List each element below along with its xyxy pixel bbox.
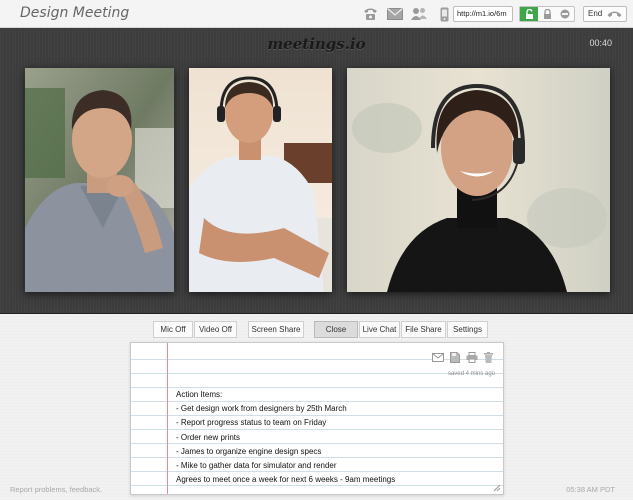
- note-line: - Get design work from designers by 25th…: [176, 404, 347, 414]
- phone-icon[interactable]: [362, 6, 378, 22]
- note-line: Agrees to meet once a week for next 6 we…: [176, 475, 396, 485]
- screen-share-button[interactable]: Screen Share: [248, 321, 304, 338]
- mail-icon[interactable]: [387, 6, 403, 22]
- settings-button[interactable]: Settings: [447, 321, 488, 338]
- end-call-button[interactable]: End: [583, 6, 627, 22]
- meeting-toolbar: Mic Off Video Off Screen Share Close Liv…: [0, 321, 633, 339]
- mail-icon[interactable]: [431, 351, 444, 363]
- end-call-label: End: [588, 9, 603, 18]
- unlock-button[interactable]: [520, 7, 538, 21]
- note-line: - Report progress status to team on Frid…: [176, 418, 327, 428]
- call-timer: 00:40: [589, 38, 612, 48]
- mobile-icon[interactable]: [436, 6, 452, 22]
- window-title: Design Meeting: [20, 5, 130, 21]
- trash-icon[interactable]: [482, 351, 495, 363]
- people-icon[interactable]: [411, 6, 427, 22]
- participant-video-2[interactable]: [189, 68, 332, 292]
- lock-button[interactable]: [538, 7, 556, 21]
- block-button[interactable]: [556, 7, 574, 21]
- notes-text[interactable]: Action Items: - Get design work from des…: [176, 388, 395, 487]
- meeting-notes: saved 4 mins ago Action Items: - Get des…: [130, 342, 504, 495]
- note-line: - James to organize engine design specs: [176, 446, 322, 456]
- lock-controls: [519, 6, 575, 22]
- participant-video-3[interactable]: [347, 68, 610, 292]
- mic-off-button[interactable]: Mic Off: [153, 321, 193, 338]
- top-bar: Design Meeting http://m1.io/6m End: [0, 0, 633, 28]
- block-icon: [560, 9, 570, 19]
- report-problems-link[interactable]: Report problems, feedback.: [10, 485, 102, 494]
- unlock-icon: [525, 9, 533, 19]
- print-icon[interactable]: [465, 351, 478, 363]
- close-button[interactable]: Close: [314, 321, 358, 338]
- live-chat-button[interactable]: Live Chat: [359, 321, 400, 338]
- save-icon[interactable]: [448, 351, 461, 363]
- note-line: - Mike to gather data for simulator and …: [176, 460, 337, 470]
- meeting-url-field[interactable]: http://m1.io/6m: [453, 6, 513, 22]
- notes-margin-line: [167, 343, 168, 494]
- local-time: 05:38 AM PDT: [566, 485, 615, 494]
- video-off-button[interactable]: Video Off: [194, 321, 237, 338]
- resize-handle[interactable]: [493, 484, 501, 492]
- video-stage: meetings.io 00:40: [0, 28, 633, 314]
- note-line: - Order new prints: [176, 432, 241, 442]
- notes-tools: [431, 351, 495, 363]
- lock-icon: [543, 9, 551, 19]
- hangup-icon: [607, 11, 622, 17]
- saved-status: saved 4 mins ago: [447, 371, 495, 377]
- file-share-button[interactable]: File Share: [401, 321, 446, 338]
- participant-video-1[interactable]: [25, 68, 174, 292]
- brand-logo: meetings.io: [267, 35, 366, 53]
- note-line: Action Items:: [176, 390, 223, 399]
